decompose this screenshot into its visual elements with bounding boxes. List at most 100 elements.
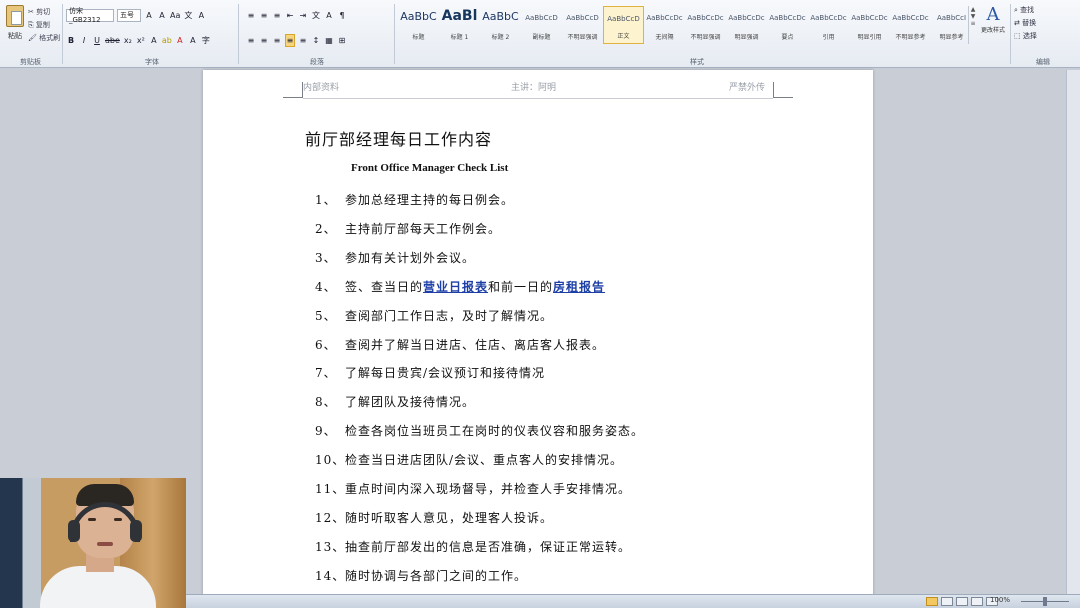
style-11[interactable]: AaBbCcDc 明显引用 — [849, 6, 890, 44]
align-right-button[interactable]: ≡ — [272, 34, 282, 47]
style-5[interactable]: AaBbCcD 正文 — [603, 6, 644, 44]
numbering-button[interactable]: ≡ — [259, 9, 269, 22]
styles-gallery: AaBbC 标题 AaBl 标题 1 AaBbC 标题 2 AaBbCcD 副标题 AaBbCc… — [398, 6, 972, 44]
list-item-text: 检查各岗位当班员工在岗时的仪表仪容和服务姿态。 — [345, 424, 645, 439]
style-7[interactable]: AaBbCcDc 不明显强调 — [685, 6, 726, 44]
list-item: 3、 参加有关计划外会议。 — [315, 249, 475, 266]
chinese-layout-button[interactable]: 文 — [311, 9, 321, 22]
font-name-select[interactable]: 仿宋_GB2312 — [66, 7, 114, 24]
line-spacing-button[interactable]: ↕ — [311, 34, 321, 47]
bold-button[interactable]: B — [66, 34, 76, 47]
decrease-indent-button[interactable]: ⇤ — [285, 9, 295, 22]
paste-button[interactable]: 粘贴 — [4, 5, 26, 51]
style-12[interactable]: AaBbCcDc 不明显参考 — [890, 6, 931, 44]
increase-indent-button[interactable]: ⇥ — [298, 9, 308, 22]
phonetic-guide-button[interactable]: 文 — [183, 9, 193, 22]
character-shading-button[interactable]: A — [188, 34, 198, 47]
print-layout-view-button[interactable] — [926, 597, 938, 606]
font-color-button[interactable]: A — [175, 34, 185, 47]
list-item-number: 4、 — [315, 279, 337, 294]
list-item-text: 主持前厅部每天工作例会。 — [345, 221, 502, 236]
style-3[interactable]: AaBbCcD 副标题 — [521, 6, 562, 44]
multilevel-list-button[interactable]: ≡ — [272, 9, 282, 22]
style-2[interactable]: AaBbC 标题 2 — [480, 6, 521, 44]
grow-font-button[interactable]: A — [144, 9, 154, 22]
web-layout-view-button[interactable] — [956, 597, 968, 606]
crop-mark — [773, 82, 793, 98]
subscript-button[interactable]: x₂ — [123, 34, 133, 47]
underline-button[interactable]: U — [92, 34, 102, 47]
strikethrough-button[interactable]: abe — [105, 34, 120, 47]
list-item-text: 了解团队及接待情况。 — [345, 395, 476, 410]
style-13[interactable]: AaBbCcI 明显参考 — [931, 6, 972, 44]
change-styles-button[interactable]: A 更改样式 — [980, 4, 1006, 54]
list-item-link[interactable]: 房租报告 — [553, 280, 605, 294]
list-item: 12、随时听取客人意见，处理客人投诉。 — [315, 509, 553, 526]
header-right: 严禁外传 — [729, 83, 766, 93]
find-button[interactable]: ⌕ 查找 — [1014, 4, 1076, 17]
change-styles-icon: A — [986, 4, 1000, 25]
reading-view-button[interactable] — [941, 597, 953, 606]
styles-scroll[interactable]: ▲ ▼ ≡ — [968, 6, 977, 44]
list-item-link[interactable]: 营业日报表 — [423, 280, 488, 294]
style-6[interactable]: AaBbCcDc 无间隔 — [644, 6, 685, 44]
borders-button[interactable]: ⊞ — [337, 34, 347, 47]
superscript-button[interactable]: x² — [136, 34, 146, 47]
cut-button[interactable]: ✂ 剪切 — [28, 7, 50, 17]
view-buttons — [926, 597, 998, 606]
style-name: 明显强调 — [734, 34, 759, 41]
bullets-button[interactable]: ≡ — [246, 9, 256, 22]
font-size-select[interactable]: 五号 — [117, 8, 141, 22]
ribbon-group-labels: 剪贴板 字体 段落 样式 编辑 — [0, 56, 1080, 68]
highlight-color-button[interactable]: ab — [162, 34, 172, 47]
list-item-number: 2、 — [315, 221, 337, 236]
select-button[interactable]: ⬚ 选择 — [1014, 30, 1076, 43]
document-page[interactable]: 内部资料 主讲：阿明 严禁外传 前厅部经理每日工作内容 Front Office… — [203, 70, 873, 608]
list-item-number: 8、 — [315, 395, 337, 410]
outline-view-button[interactable] — [971, 597, 983, 606]
group-divider — [394, 4, 395, 64]
distributed-button[interactable]: ≡ — [298, 34, 308, 47]
replace-button[interactable]: ⇄ 替换 — [1014, 17, 1076, 30]
list-item-number: 1、 — [315, 193, 337, 207]
list-item: 4、 签、查当日的营业日报表和前一日的房租报告 — [315, 278, 605, 295]
enclose-characters-button[interactable]: 字 — [201, 34, 211, 47]
style-0[interactable]: AaBbC 标题 — [398, 6, 439, 44]
style-sample: AaBbC — [400, 10, 437, 23]
list-item: 5、 查阅部门工作日志，及时了解情况。 — [315, 307, 553, 324]
headphone-cup-left — [68, 520, 80, 542]
align-left-button[interactable]: ≡ — [246, 34, 256, 47]
list-item-number: 11、 — [315, 482, 346, 496]
vertical-scrollbar[interactable] — [1066, 70, 1080, 594]
list-item: 13、抽查前厅部发出的信息是否准确，保证正常运转。 — [315, 538, 631, 555]
zoom-slider-thumb[interactable] — [1043, 597, 1047, 606]
list-item-number: 9、 — [315, 424, 337, 439]
format-painter-button[interactable]: 🖌 格式刷 — [28, 33, 60, 43]
sort-button[interactable]: A — [324, 9, 334, 22]
justify-button[interactable]: ≡ — [285, 33, 295, 47]
page-header[interactable]: 内部资料 主讲：阿明 严禁外传 — [303, 80, 773, 94]
font-row-1: 仿宋_GB2312 五号 A A Aa 文 A — [66, 7, 206, 24]
style-1[interactable]: AaBl 标题 1 — [439, 6, 480, 44]
style-sample: AaBbCcD — [566, 14, 599, 22]
text-effects-button[interactable]: A — [149, 34, 159, 47]
shading-button[interactable]: ▦ — [324, 34, 334, 47]
status-bar: 100% — [186, 594, 1080, 608]
italic-button[interactable]: I — [79, 34, 89, 47]
show-marks-button[interactable]: ¶ — [337, 9, 347, 22]
style-4[interactable]: AaBbCcD 不明显强调 — [562, 6, 603, 44]
style-name: 不明显强调 — [567, 34, 598, 41]
zoom-level[interactable]: 100% — [990, 596, 1010, 604]
copy-button[interactable]: ⎘ 复制 — [28, 20, 50, 30]
shrink-font-button[interactable]: A — [157, 9, 167, 22]
paragraph-group-label: 段落 — [310, 58, 324, 66]
style-10[interactable]: AaBbCcDc 引用 — [808, 6, 849, 44]
align-center-button[interactable]: ≡ — [259, 34, 269, 47]
clear-format-button[interactable]: A — [196, 9, 206, 22]
list-item: 10、检查当日进店团队/会议、重点客人的安排情况。 — [315, 451, 623, 468]
clipboard-group-label: 剪贴板 — [20, 58, 41, 66]
change-case-button[interactable]: Aa — [170, 9, 180, 22]
style-9[interactable]: AaBbCcDc 要点 — [767, 6, 808, 44]
style-8[interactable]: AaBbCcDc 明显强调 — [726, 6, 767, 44]
style-name: 引用 — [822, 34, 835, 41]
